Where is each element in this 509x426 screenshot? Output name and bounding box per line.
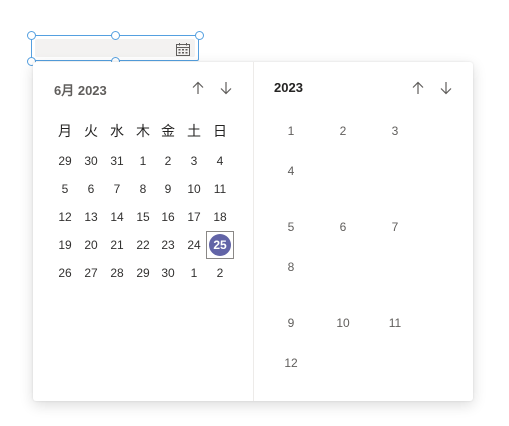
- date-input[interactable]: [35, 39, 195, 57]
- day-cell[interactable]: 24: [181, 232, 207, 258]
- day-cell[interactable]: 2: [207, 260, 233, 286]
- month-cell[interactable]: 2: [323, 121, 363, 141]
- selected-day: 25: [209, 234, 231, 256]
- day-cell[interactable]: 30: [155, 260, 181, 286]
- day-cell[interactable]: 1: [181, 260, 207, 286]
- resize-handle-top[interactable]: [111, 31, 120, 40]
- resize-handle-top-left[interactable]: [27, 31, 36, 40]
- weekday-header: 土: [187, 124, 201, 140]
- month-cell[interactable]: 9: [271, 313, 311, 333]
- arrow-up-icon: [412, 81, 424, 94]
- month-cell[interactable]: 8: [271, 257, 311, 277]
- day-cell[interactable]: 9: [155, 176, 181, 202]
- day-cell[interactable]: 10: [181, 176, 207, 202]
- day-cell[interactable]: 16: [155, 204, 181, 230]
- day-cell[interactable]: 11: [207, 176, 233, 202]
- day-cell[interactable]: 27: [78, 260, 104, 286]
- weekday-header: 木: [136, 124, 150, 140]
- month-cell[interactable]: 5: [271, 217, 311, 237]
- day-cell[interactable]: 4: [207, 148, 233, 174]
- day-cell[interactable]: 6: [78, 176, 104, 202]
- month-cell[interactable]: 1: [271, 121, 311, 141]
- day-cell[interactable]: 28: [104, 260, 130, 286]
- weekday-header: 金: [161, 124, 175, 140]
- day-cell[interactable]: 2: [155, 148, 181, 174]
- day-cell[interactable]: 12: [52, 204, 78, 230]
- day-cell[interactable]: 8: [130, 176, 156, 202]
- resize-handle-top-right[interactable]: [195, 31, 204, 40]
- next-month-button[interactable]: [216, 78, 236, 98]
- month-cell[interactable]: 7: [375, 217, 415, 237]
- day-cell[interactable]: 30: [78, 148, 104, 174]
- arrow-down-icon: [220, 82, 232, 95]
- day-cell[interactable]: 15: [130, 204, 156, 230]
- month-title[interactable]: 6月 2023: [54, 80, 107, 99]
- day-cell[interactable]: 20: [78, 232, 104, 258]
- month-cell[interactable]: 11: [375, 313, 415, 333]
- weekday-header: 水: [110, 124, 124, 140]
- year-title[interactable]: 2023: [274, 80, 303, 95]
- prev-month-button[interactable]: [188, 78, 208, 98]
- day-cell[interactable]: 19: [52, 232, 78, 258]
- day-cell[interactable]: 23: [155, 232, 181, 258]
- arrow-up-icon: [192, 81, 204, 94]
- day-cell-selected[interactable]: 25: [206, 231, 234, 259]
- day-cell[interactable]: 21: [104, 232, 130, 258]
- day-cell[interactable]: 5: [52, 176, 78, 202]
- calendar-popup: 6月 2023 月 火 水 木 金 土 日 29 30 31 1 2 3 4 5…: [33, 62, 473, 401]
- day-cell[interactable]: 18: [207, 204, 233, 230]
- month-cell[interactable]: 3: [375, 121, 415, 141]
- month-cell[interactable]: 6: [323, 217, 363, 237]
- day-cell[interactable]: 14: [104, 204, 130, 230]
- day-cell[interactable]: 29: [130, 260, 156, 286]
- day-cell[interactable]: 22: [130, 232, 156, 258]
- month-cell[interactable]: 10: [323, 313, 363, 333]
- day-cell[interactable]: 17: [181, 204, 207, 230]
- calendar-icon[interactable]: [176, 43, 190, 56]
- day-cell[interactable]: 3: [181, 148, 207, 174]
- weekday-header: 日: [213, 124, 227, 140]
- month-cell[interactable]: 12: [271, 353, 311, 373]
- day-cell[interactable]: 29: [52, 148, 78, 174]
- weekday-header: 火: [84, 124, 98, 140]
- prev-year-button[interactable]: [408, 78, 428, 98]
- day-cell[interactable]: 26: [52, 260, 78, 286]
- day-cell[interactable]: 31: [104, 148, 130, 174]
- day-cell[interactable]: 13: [78, 204, 104, 230]
- month-cell[interactable]: 4: [271, 161, 311, 181]
- weekday-header: 月: [58, 124, 72, 140]
- day-cell[interactable]: 1: [130, 148, 156, 174]
- divider: [253, 62, 254, 401]
- arrow-down-icon: [440, 82, 452, 95]
- day-cell[interactable]: 7: [104, 176, 130, 202]
- next-year-button[interactable]: [436, 78, 456, 98]
